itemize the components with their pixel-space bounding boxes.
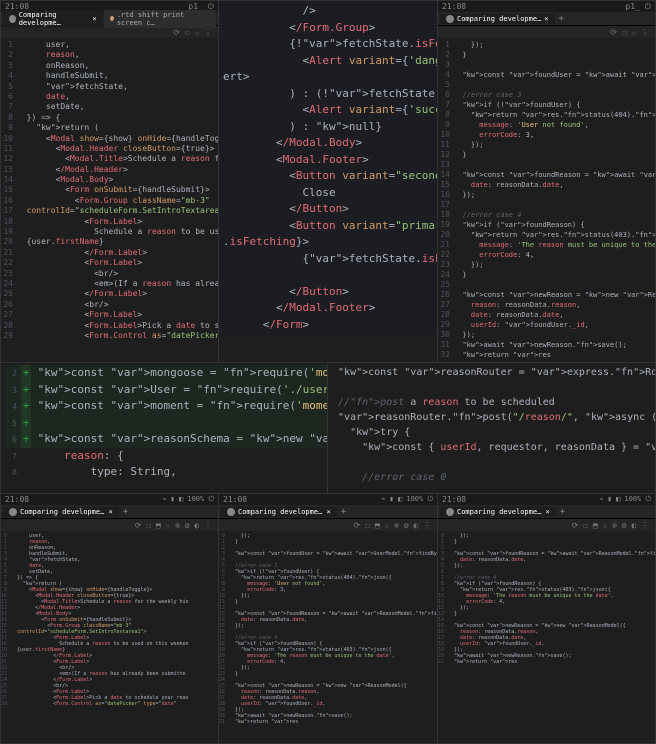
code-viewer: 1 });2 }34 "kw">const "var">foundUser = …: [438, 38, 655, 362]
code-viewer: 0 user,1 reason,2 onReason,3 handleSubmi…: [1, 531, 218, 709]
browser-tabbar: Comparing developme… × +: [438, 12, 655, 26]
fav-icon: [110, 16, 114, 21]
browser-tabbar: Comparing developme… × +: [1, 505, 218, 519]
close-icon[interactable]: ×: [544, 15, 548, 23]
tab-github-compare[interactable]: Comparing developme… ×: [3, 10, 103, 28]
tab-github-compare[interactable]: Comparing developme… ×: [440, 507, 556, 517]
code-viewer: /> </Form.Group> {!"var">fetchState.isFe…: [219, 1, 437, 335]
code-viewer: 0 });1 }23 "kw">const "var">foundReason …: [438, 531, 655, 667]
status-bar: 21:08 ⌁ ▮ ◧ 100% ⏻: [219, 494, 437, 505]
github-icon: [9, 508, 17, 516]
browser-tabbar: Comparing developme… × .rtd shift print …: [1, 12, 218, 26]
github-icon: [227, 508, 235, 516]
tab-rtd-shift[interactable]: .rtd shift print screen c…: [104, 10, 216, 28]
status-bar: 21:08 p1_ ⏻: [438, 1, 655, 12]
github-icon: [446, 15, 454, 23]
toolbar: ⟳ ☐ ☆ ⋮: [1, 26, 218, 38]
github-icon: [9, 15, 16, 23]
github-icon: [446, 508, 454, 516]
toolbar: ⟳ ☐ ⬒ ☆ ⊕ ⚙ ◐ ⋮: [219, 519, 437, 531]
toolbar: ⟳ ☐ ⬒ ☆ ⊕ ⚙ ◐ ⋮: [438, 519, 655, 531]
code-viewer: "kw">const "var">reasonRouter = "var">ex…: [328, 363, 655, 487]
diff-viewer: 2+ "kw">const "var">mongoose = "fn">requ…: [1, 363, 327, 483]
tab-github-compare[interactable]: Comparing developme… ×: [3, 507, 119, 517]
code-viewer: 1 user,2 reason,3 onReason,4 handleSubmi…: [1, 38, 218, 343]
status-bar: 21:08 ⌁ ▮ ◧ 100% ⏻: [438, 494, 655, 505]
toolbar: ⟳ ☐ ☆ ⋮: [438, 26, 655, 38]
toolbar: ⟳ ☐ ⬒ ☆ ⊕ ⚙ ◐ ⋮: [1, 519, 218, 531]
toolbar-icons[interactable]: ⟳ ☐ ☆ ⋮: [173, 28, 212, 37]
new-tab-button[interactable]: +: [556, 14, 567, 24]
status-bar: 21:08 ⌁ ▮ ◧ 100% ⏻: [1, 494, 218, 505]
tab-github-compare[interactable]: Comparing developme… ×: [221, 507, 337, 517]
code-viewer: 0 });1 }23 "kw">const "var">foundUser = …: [219, 531, 437, 727]
browser-tabbar: Comparing developme… × +: [219, 505, 437, 519]
close-icon[interactable]: ×: [92, 15, 96, 23]
tab-github-compare[interactable]: Comparing developme… ×: [440, 14, 555, 24]
browser-tabbar: Comparing developme… × +: [438, 505, 655, 519]
